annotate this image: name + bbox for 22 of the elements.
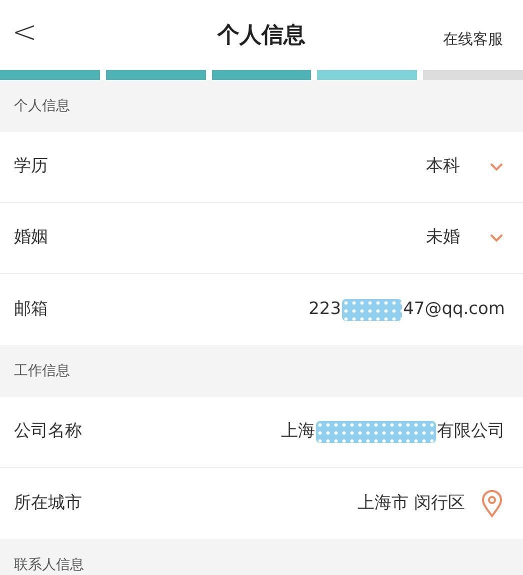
field-value: 上海市 闵行区 [358, 492, 465, 515]
chevron-down-icon[interactable] [490, 234, 503, 242]
field-value: 47@qq.com [403, 298, 505, 321]
section-title: 联系人信息 [14, 556, 84, 574]
field-value: 本科 [426, 155, 460, 178]
field-value: 223 [308, 298, 342, 321]
field-label: 所在城市 [14, 492, 82, 515]
chevron-down-icon[interactable] [490, 163, 503, 171]
field-label: 公司名称 [14, 420, 82, 444]
section-title: 工作信息 [14, 362, 70, 380]
field-label: 学历 [14, 155, 48, 178]
page-title: 个人信息 [218, 22, 306, 50]
field-label: 婚姻 [14, 226, 48, 250]
field-value: 未婚 [426, 226, 460, 250]
field-value: 上海 [281, 420, 315, 444]
field-value: 有限公司 [437, 420, 505, 444]
section-title: 个人信息 [14, 96, 70, 116]
location-pin-icon[interactable] [481, 490, 503, 518]
back-button[interactable]: < [12, 18, 38, 48]
online-service-link[interactable]: 在线客服 [443, 28, 503, 50]
field-label: 邮箱 [14, 298, 48, 321]
redaction-mask [342, 298, 402, 320]
